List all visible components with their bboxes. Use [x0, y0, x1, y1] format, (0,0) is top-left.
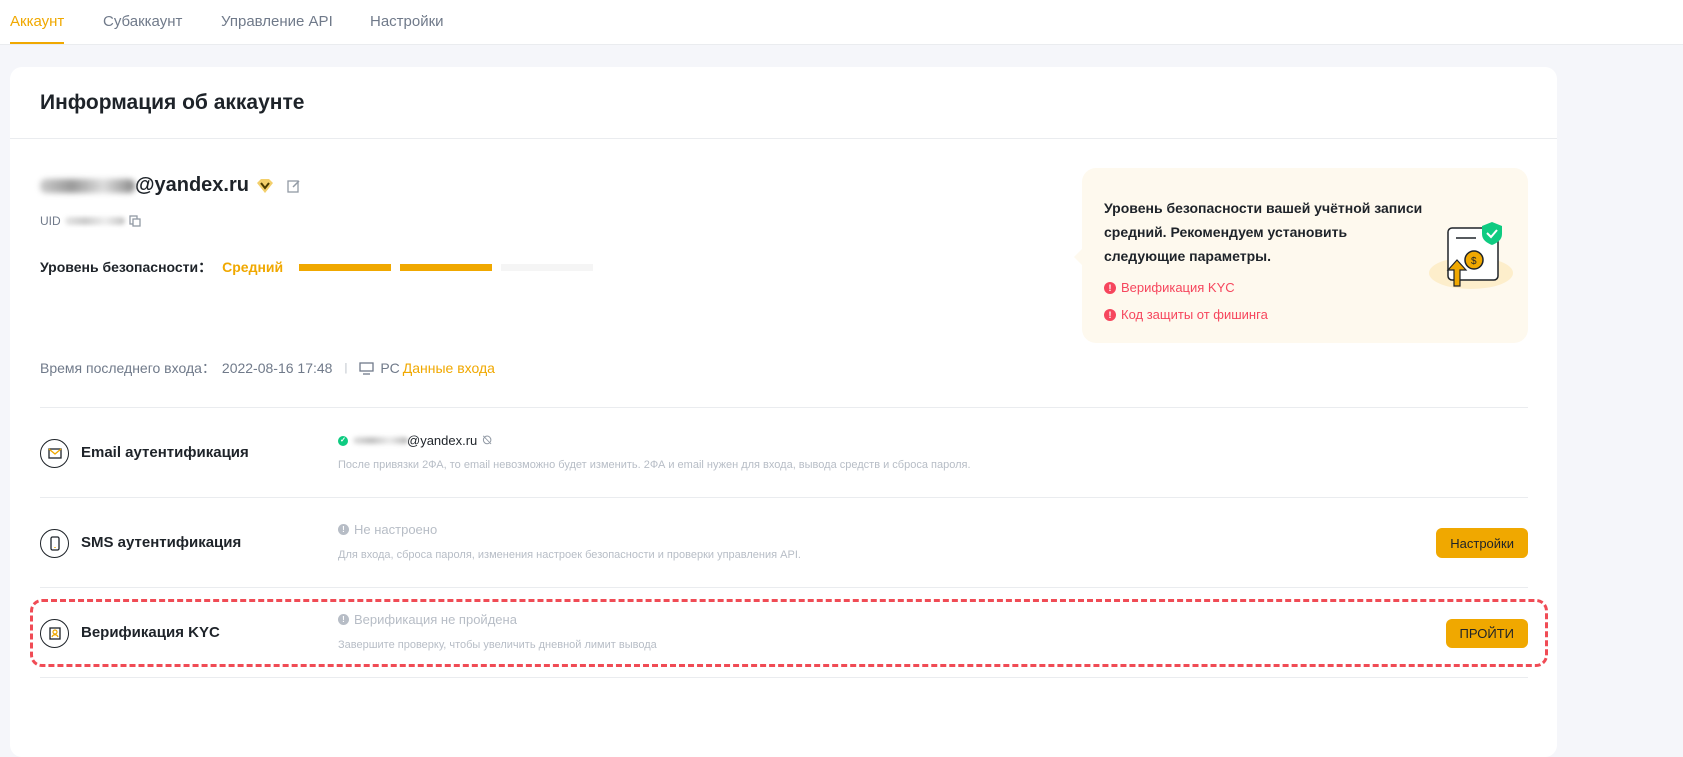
sms-auth-label: SMS аутентификация: [81, 534, 242, 551]
last-login-time: 2022-08-16 17:48: [221, 360, 333, 376]
email-value: @yandex.ru: [407, 433, 478, 448]
eye-hidden-icon[interactable]: ⦰: [482, 433, 492, 448]
last-login: Время последнего входа： 2022-08-16 17:48…: [40, 358, 495, 378]
info-icon: !: [338, 524, 349, 535]
sms-status: ! Не настроено: [338, 522, 437, 537]
security-bar-segment: [400, 263, 493, 271]
recommend-kyc-label: Верификация KYC: [1121, 280, 1235, 295]
security-bar-segment: [501, 263, 594, 271]
divider: [10, 138, 1557, 139]
tab-bar: Аккаунт Субаккаунт Управление API Настро…: [0, 0, 1683, 45]
separator: |: [344, 362, 348, 374]
login-data-link[interactable]: Данные входа: [403, 360, 495, 376]
check-icon: ✓: [338, 435, 348, 446]
tab-subaccount[interactable]: Субаккаунт: [103, 13, 182, 30]
tab-settings[interactable]: Настройки: [370, 13, 444, 30]
phone-icon: [40, 529, 69, 558]
blurred-email: [353, 437, 408, 444]
last-login-device: PC: [380, 360, 400, 376]
email-status: ✓ @yandex.ru ⦰: [338, 433, 492, 448]
recommendation-text: Уровень безопасности вашей учётной запис…: [1104, 200, 1423, 264]
security-level: Уровень безопасности： Средний: [40, 257, 594, 277]
alert-icon: !: [1104, 308, 1116, 321]
tab-api-management[interactable]: Управление API: [221, 13, 333, 30]
highlight-annotation: [30, 599, 1548, 667]
edit-icon[interactable]: [287, 179, 301, 193]
sms-status-text: Не настроено: [354, 522, 438, 537]
security-recommendation: Уровень безопасности вашей учётной запис…: [1074, 168, 1528, 343]
email-auth-desc: После привязки 2ФА, то email невозможно …: [338, 459, 971, 471]
recommend-antiphishing[interactable]: ! Код защиты от фишинга: [1104, 307, 1506, 322]
email-auth-label: Email аутентификация: [81, 444, 249, 461]
email-icon: [40, 439, 69, 468]
copy-icon[interactable]: [129, 215, 141, 227]
sms-auth-desc: Для входа, сброса пароля, изменения наст…: [338, 549, 801, 561]
account-email: @yandex.ru: [40, 174, 301, 197]
blurred-username: [40, 178, 135, 193]
email-domain: @yandex.ru: [135, 174, 249, 196]
monitor-icon: [359, 361, 374, 375]
svg-text:$: $: [1471, 256, 1477, 267]
uid: UID: [40, 214, 141, 228]
alert-icon: !: [1104, 281, 1116, 294]
tab-account[interactable]: Аккаунт: [10, 13, 65, 44]
sms-settings-button[interactable]: Настройки: [1436, 528, 1528, 558]
last-login-label: Время последнего входа：: [40, 360, 216, 376]
sms-auth-row: SMS аутентификация ! Не настроено Для вхо…: [40, 497, 1528, 587]
uid-label: UID: [40, 214, 61, 228]
vip-diamond-icon: [256, 178, 273, 193]
security-bar-segment: [299, 263, 392, 271]
recommend-antiphishing-label: Код защиты от фишинга: [1121, 307, 1268, 322]
security-illustration-icon: $: [1429, 222, 1513, 289]
page-title: Информация об аккаунте: [40, 91, 305, 114]
security-level-value: Средний: [222, 259, 284, 275]
security-label: Уровень безопасности：: [40, 259, 213, 275]
divider: [40, 677, 1528, 678]
blurred-uid: [64, 217, 125, 225]
email-auth-row: Email аутентификация ✓ @yandex.ru ⦰ Посл…: [40, 407, 1528, 497]
